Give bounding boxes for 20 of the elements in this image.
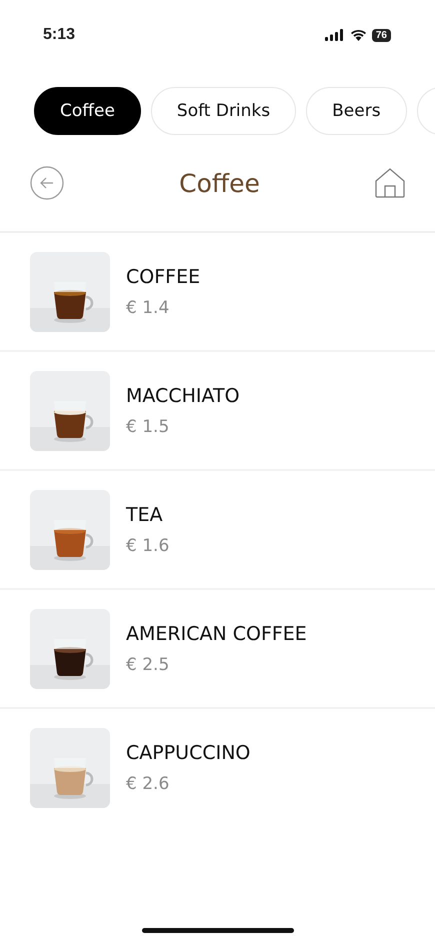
product-name: MACCHIATO	[126, 384, 240, 406]
category-tab[interactable]: Beers	[306, 87, 407, 135]
product-name: CAPPUCCINO	[126, 742, 250, 764]
back-icon[interactable]	[30, 166, 64, 200]
status-time: 5:13	[43, 26, 76, 44]
product-name: AMERICAN COFFEE	[126, 622, 307, 644]
signal-icon	[324, 29, 345, 41]
category-tab[interactable]: Coffee	[34, 87, 141, 135]
battery-indicator: 76	[372, 28, 391, 42]
product-price: € 1.5	[126, 416, 170, 436]
product-price: € 1.4	[126, 298, 170, 318]
home-icon[interactable]	[375, 168, 405, 198]
product-price: € 2.5	[126, 654, 170, 674]
wifi-icon	[350, 29, 367, 41]
category-tab[interactable]: Soft Drinks	[150, 87, 296, 135]
page-title: Coffee	[179, 168, 260, 198]
product-name: COFFEE	[126, 266, 200, 288]
product-price: € 1.6	[126, 536, 170, 556]
product-name: TEA	[126, 504, 164, 526]
product-price: € 2.6	[126, 774, 170, 794]
